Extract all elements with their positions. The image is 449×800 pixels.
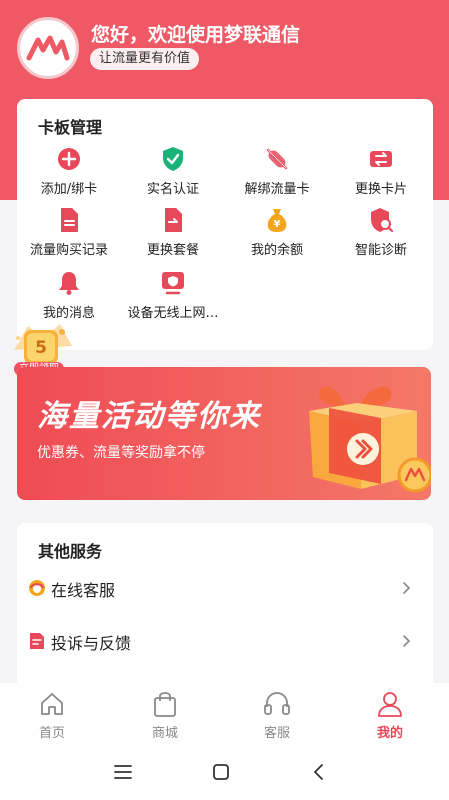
tab-customer-service[interactable]: 客服 <box>237 690 317 741</box>
grid-item-label: 我的余额 <box>250 243 303 258</box>
svg-text:¥: ¥ <box>274 219 281 230</box>
chevron-right-icon <box>398 633 414 649</box>
grid-item-label: 设备无线上网… <box>127 306 219 321</box>
bell-icon <box>56 270 82 296</box>
swap-card-icon <box>368 146 394 172</box>
back-icon[interactable] <box>304 761 334 783</box>
home-icon <box>37 690 67 718</box>
shopping-bag-icon <box>150 690 180 718</box>
monitor-icon <box>160 270 186 296</box>
grid-item-unbind-card[interactable]: 解绑流量卡 <box>225 146 329 197</box>
grid-item-my-messages[interactable]: 我的消息 <box>17 270 121 321</box>
grid-item-purchase-history[interactable]: 流量购买记录 <box>17 207 121 258</box>
service-label: 在线客服 <box>51 581 116 600</box>
card-management-title: 卡板管理 <box>38 118 103 137</box>
diagnose-shield-icon <box>368 207 394 233</box>
tab-label: 我的 <box>376 726 403 741</box>
slogan-badge: 让流量更有价值 <box>90 48 200 70</box>
grid-item-label: 智能诊断 <box>354 243 407 258</box>
grid-item-label: 我的消息 <box>42 306 95 321</box>
unbind-icon <box>264 146 290 172</box>
switch-plan-icon <box>160 207 186 233</box>
grid-item-my-balance[interactable]: ¥ 我的余额 <box>225 207 329 258</box>
tab-label: 首页 <box>38 726 65 741</box>
headset-icon <box>28 579 46 597</box>
money-bag-icon: ¥ <box>264 207 290 233</box>
grid-item-label: 流量购买记录 <box>29 243 108 258</box>
card-management-panel: 卡板管理 添加/绑卡 实名认证 解绑流量卡 更换卡片 流量购买记录 更换套餐 ¥… <box>17 99 433 350</box>
grid-item-real-name-auth[interactable]: 实名认证 <box>121 146 225 197</box>
gift-box-illustration-icon <box>309 386 431 493</box>
tab-home[interactable]: 首页 <box>12 690 92 741</box>
plus-circle-icon <box>56 146 82 172</box>
tab-label: 商城 <box>151 726 178 741</box>
grid-item-change-plan[interactable]: 更换套餐 <box>121 207 225 258</box>
tab-mine[interactable]: 我的 <box>350 690 430 741</box>
banner-subtitle: 优惠券、流量等奖励拿不停 <box>37 445 205 461</box>
avatar[interactable] <box>17 17 79 79</box>
feedback-icon <box>28 632 46 650</box>
grid-item-label: 实名认证 <box>146 182 199 197</box>
brand-logo-icon <box>26 35 70 61</box>
chevron-right-icon <box>398 580 414 596</box>
grid-item-label: 更换套餐 <box>146 243 199 258</box>
banner-title: 海量活动等你来 <box>37 399 261 434</box>
service-label: 投诉与反馈 <box>51 634 132 653</box>
grid-item-label: 添加/绑卡 <box>40 182 98 197</box>
other-services-title: 其他服务 <box>38 542 103 561</box>
service-online-support[interactable]: 在线客服 <box>17 565 433 611</box>
user-icon <box>375 690 405 718</box>
bottom-tab-bar: 首页 商城 客服 我的 <box>0 683 449 741</box>
shield-check-icon <box>160 146 186 172</box>
grid-item-device-wireless[interactable]: 设备无线上网… <box>121 270 225 321</box>
system-nav-bar <box>0 741 449 800</box>
menu-icon[interactable] <box>108 761 138 783</box>
promo-banner[interactable]: 海量活动等你来 优惠券、流量等奖励拿不停 <box>17 367 431 500</box>
grid-item-add-card[interactable]: 添加/绑卡 <box>17 146 121 197</box>
grid-item-label: 更换卡片 <box>354 182 407 197</box>
tab-mall[interactable]: 商城 <box>125 690 205 741</box>
headphones-icon <box>262 690 292 718</box>
home-square-icon[interactable] <box>206 761 236 783</box>
grid-item-replace-card[interactable]: 更换卡片 <box>329 146 433 197</box>
service-complaint-feedback[interactable]: 投诉与反馈 <box>17 618 433 664</box>
grid-item-label: 解绑流量卡 <box>244 182 310 197</box>
document-icon <box>56 207 82 233</box>
tab-label: 客服 <box>263 726 290 741</box>
greeting-text: 您好，欢迎使用梦联通信 <box>91 24 301 46</box>
grid-item-smart-diagnosis[interactable]: 智能诊断 <box>329 207 433 258</box>
claim-badge-number: 5 <box>35 338 47 358</box>
other-services-panel: 其他服务 在线客服 投诉与反馈 <box>17 523 433 693</box>
